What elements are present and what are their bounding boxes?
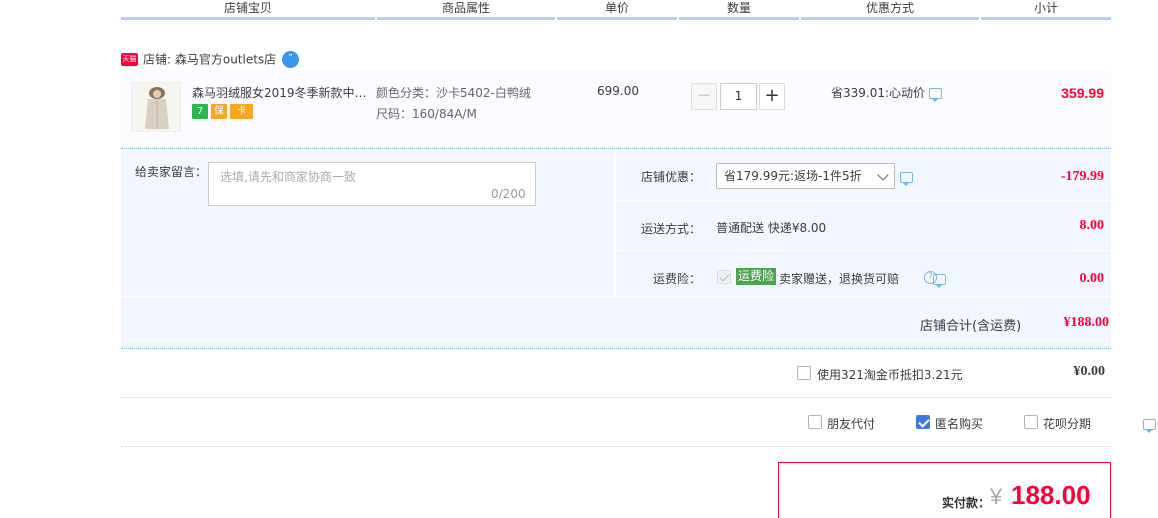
shop-discount-amount: -179.99 <box>1060 169 1104 184</box>
insurance-amount: 0.00 <box>1079 271 1105 286</box>
service-badges: 7保卡 <box>192 104 256 120</box>
header-col-attributes: 商品属性 <box>441 1 490 15</box>
item-subtotal: 359.99 <box>1061 85 1104 101</box>
header-underline <box>377 17 555 20</box>
huabei-installment-checkbox[interactable] <box>1024 415 1038 429</box>
shop-total-amount: ¥188.00 <box>1063 315 1110 330</box>
shop-discount-label: 店铺优惠： <box>641 170 702 184</box>
divider <box>121 397 1111 398</box>
message-char-count: 0/200 <box>491 187 526 201</box>
shipping-method: 普通配送 快递¥8.00 <box>716 221 827 235</box>
panel-divider <box>616 200 1111 201</box>
divider <box>121 348 1111 349</box>
wangwang-chat-icon[interactable]: ʺ <box>282 51 300 68</box>
shop-total-label: 店铺合计(含运费) <box>920 319 1022 334</box>
header-col-shop-item: 店铺宝贝 <box>223 1 272 15</box>
header-col-unit-price: 单价 <box>604 1 629 15</box>
panel-divider <box>616 250 1111 251</box>
insurance-checkbox <box>717 270 731 284</box>
payment-label: 实付款： <box>942 496 991 510</box>
friend-pay-label: 朋友代付 <box>827 417 876 431</box>
insurance-description: 卖家赠送，退换货可赔 <box>779 272 900 286</box>
shop-discount-select[interactable]: 省179.99元:返场-1件5折 <box>716 163 895 189</box>
anonymous-purchase-label: 匿名购买 <box>935 417 984 431</box>
quantity-increase-button[interactable]: + <box>759 83 785 110</box>
header-underline <box>557 17 677 20</box>
header-col-subtotal: 小计 <box>1033 1 1058 15</box>
product-thumbnail[interactable] <box>131 82 181 132</box>
header-underline <box>801 17 979 20</box>
item-promotion: 省339.01:心动价 <box>831 84 943 102</box>
seven-day-return-icon: 7 <box>192 104 208 119</box>
message-label: 给卖家留言： <box>135 165 208 179</box>
comment-icon[interactable] <box>1142 419 1156 433</box>
insurance-tag: 运费险 <box>736 268 777 285</box>
shop-discount-selected: 省179.99元:返场-1件5折 <box>724 169 862 183</box>
header-underline <box>121 17 375 20</box>
comment-icon[interactable] <box>929 88 943 102</box>
help-icon[interactable]: ? <box>924 271 937 284</box>
unit-price: 699.00 <box>597 84 639 98</box>
product-size-attribute: 尺码：160/84A/M <box>376 107 477 121</box>
quantity-decrease-button[interactable]: − <box>691 83 717 110</box>
payment-amount: 188.00 <box>1011 480 1091 510</box>
shipping-amount: 8.00 <box>1079 218 1105 233</box>
divider <box>121 446 1111 447</box>
shop-row: 天猫 店铺: 森马官方outlets店 ʺ <box>121 50 300 68</box>
insurance-label: 运费险： <box>653 272 702 286</box>
credit-card-icon: 卡 <box>230 104 253 119</box>
message-placeholder: 选填,请先和商家协商一致 <box>220 170 356 184</box>
header-col-discount: 优惠方式 <box>865 1 914 15</box>
coins-label: 使用321淘金币抵扣3.21元 <box>817 368 963 382</box>
product-title-link[interactable]: 森马羽绒服女2019冬季新款中长款连帽毛领 <box>192 84 368 101</box>
header-underline <box>679 17 799 20</box>
coins-amount: ¥0.00 <box>1073 364 1106 379</box>
order-item-row <box>121 70 1111 149</box>
quantity-input[interactable]: 1 <box>720 83 757 110</box>
tmall-icon: 天猫 <box>121 53 138 66</box>
header-col-quantity: 数量 <box>726 1 751 15</box>
guarantee-icon: 保 <box>211 104 227 119</box>
header-underline <box>981 17 1111 20</box>
coins-checkbox[interactable] <box>797 366 811 380</box>
shop-name-link[interactable]: 店铺: 森马官方outlets店 <box>143 53 276 67</box>
friend-pay-checkbox[interactable] <box>808 415 822 429</box>
order-table-header: 店铺宝贝 商品属性 单价 数量 优惠方式 小计 <box>121 0 1111 20</box>
chevron-down-icon <box>877 169 889 181</box>
shipping-label: 运送方式： <box>641 222 702 236</box>
promotion-text: 省339.01:心动价 <box>831 86 926 100</box>
payment-currency: ¥ <box>990 484 1003 509</box>
huabei-installment-label: 花呗分期 <box>1043 417 1092 431</box>
product-color-attribute: 颜色分类：沙卡5402-白鸭绒 <box>376 86 531 100</box>
comment-icon[interactable] <box>900 172 913 186</box>
anonymous-purchase-checkbox[interactable] <box>916 415 930 429</box>
